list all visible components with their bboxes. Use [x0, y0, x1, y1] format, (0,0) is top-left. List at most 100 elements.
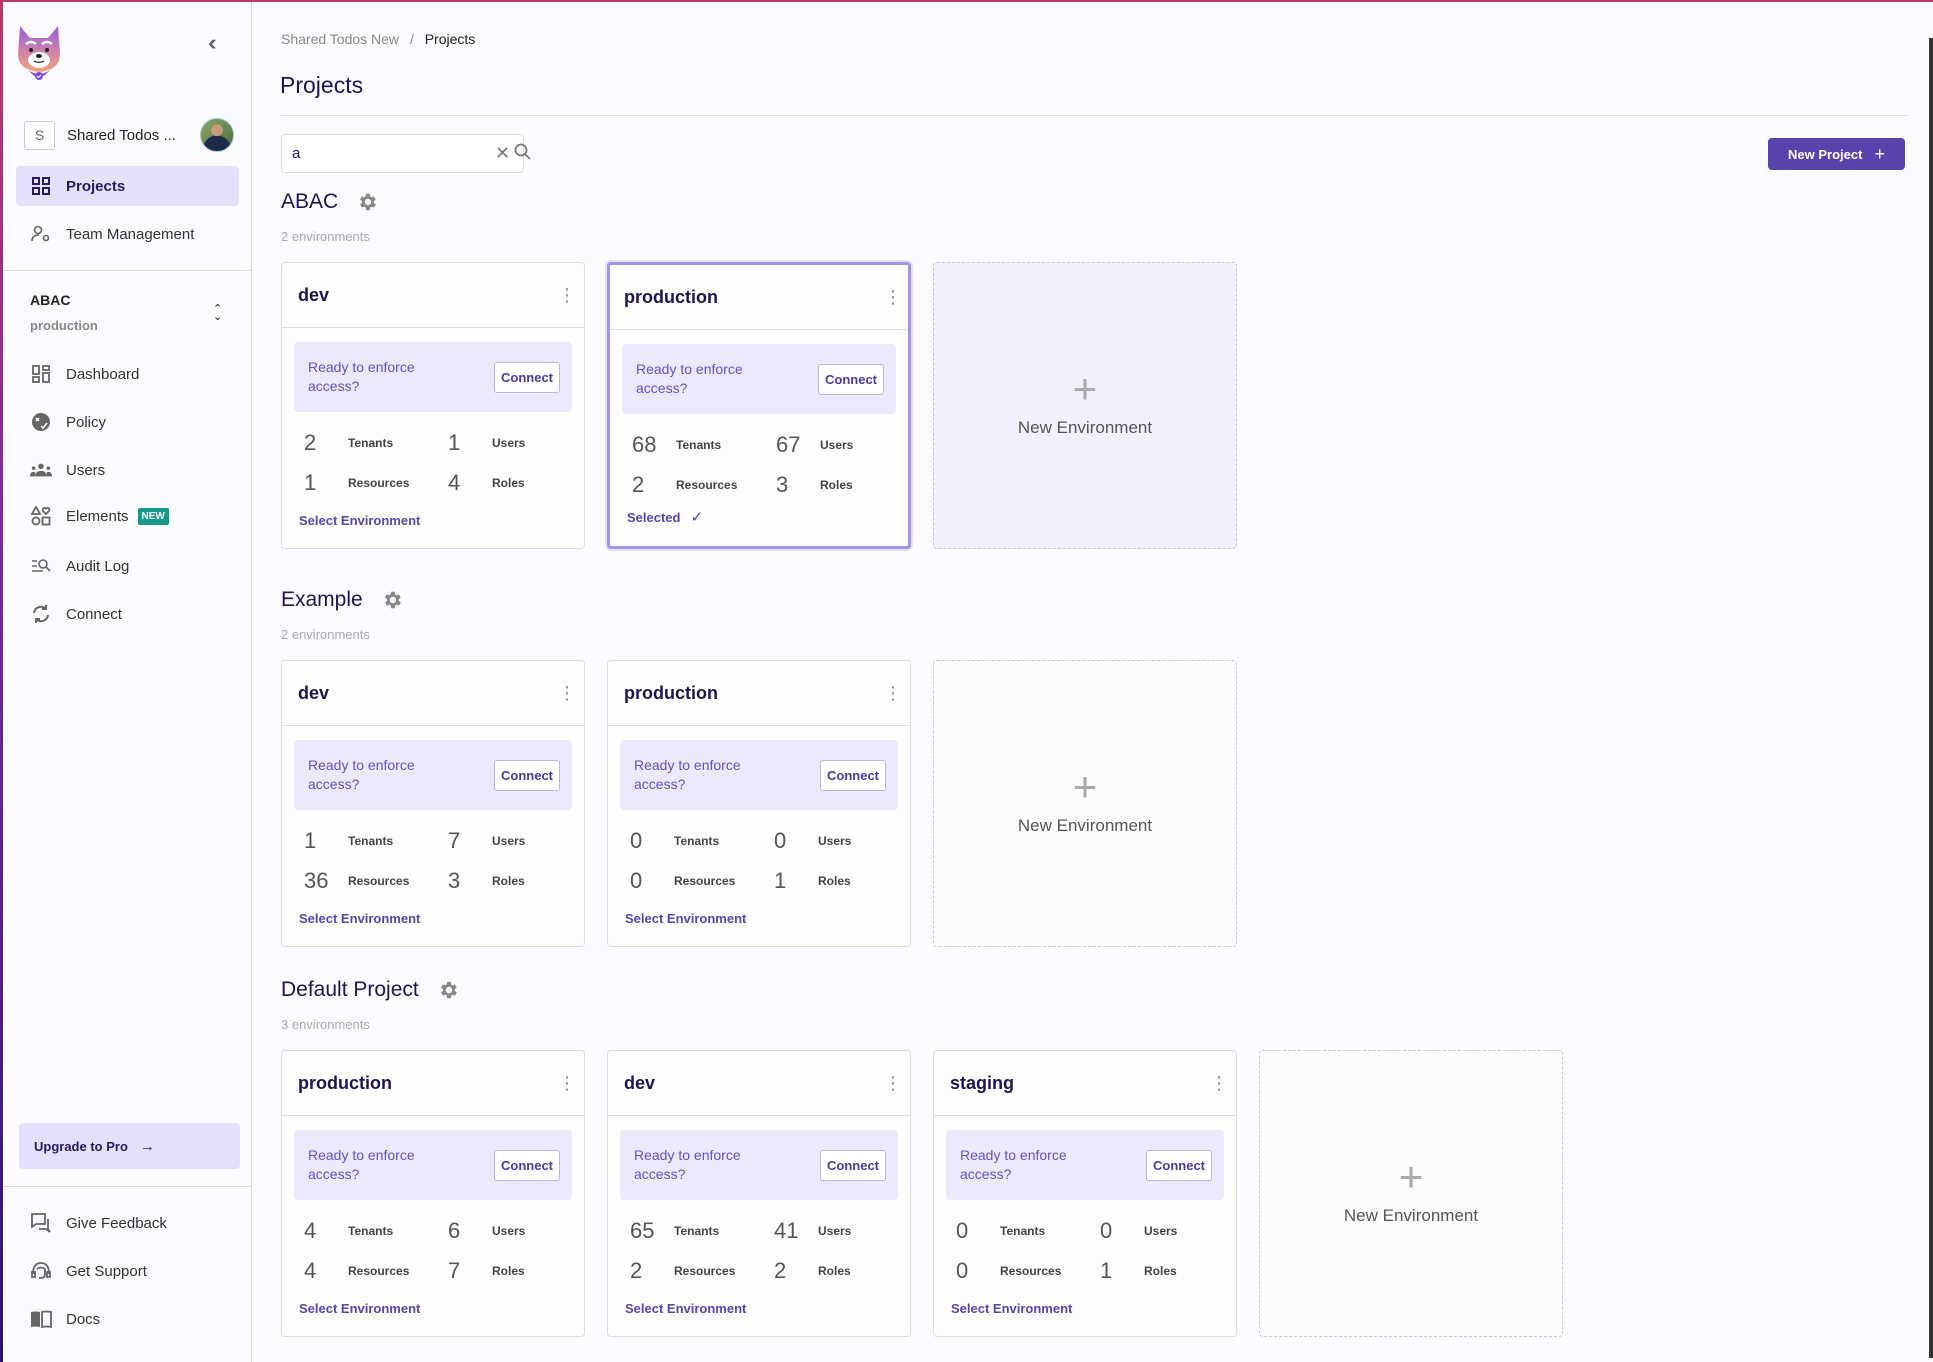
more-options-icon[interactable]: ⋮	[884, 1074, 902, 1092]
users-label: Users	[1144, 1224, 1178, 1238]
users-label: Users	[818, 1224, 852, 1238]
environment-switcher[interactable]: ABAC production ⌃ ⌄	[30, 292, 230, 333]
environment-count: 2 environments	[281, 627, 370, 642]
card-header: dev ⋮	[608, 1051, 910, 1116]
search-input[interactable]	[292, 145, 491, 162]
clear-icon[interactable]: ✕	[495, 143, 510, 164]
check-icon: ✓	[690, 509, 704, 526]
select-environment-link[interactable]: Select Environment	[299, 513, 420, 528]
environment-count: 3 environments	[281, 1017, 370, 1032]
select-environment-link[interactable]: Select Environment	[951, 1301, 1072, 1316]
sidebar-item-team-management[interactable]: Team Management	[16, 214, 239, 254]
card-header: production ⋮	[282, 1051, 584, 1116]
gear-icon[interactable]	[356, 191, 378, 213]
more-options-icon[interactable]: ⋮	[558, 1074, 576, 1092]
users-count: 1	[448, 430, 461, 455]
project-header: Example	[281, 585, 1237, 615]
breadcrumb-parent-link[interactable]: Shared Todos New	[281, 31, 399, 47]
connect-prompt: Ready to enforce access?	[308, 359, 415, 394]
current-project: ABAC	[30, 292, 71, 308]
users-label: Users	[818, 834, 852, 848]
new-project-button[interactable]: New Project +	[1768, 138, 1905, 170]
users-count: 0	[774, 828, 787, 853]
resources-label: Resources	[348, 874, 410, 888]
sidebar-item-projects[interactable]: Projects	[16, 166, 239, 206]
card-header: staging ⋮	[934, 1051, 1236, 1116]
environment-card[interactable]: production ⋮ Ready to enforce access? Co…	[607, 262, 911, 549]
scrollbar[interactable]	[1929, 38, 1933, 1358]
environment-stats: 68 Tenants 67 Users 2 Resources 3 Roles	[632, 432, 908, 498]
org-switcher[interactable]: S Shared Todos ...	[24, 118, 234, 152]
sidebar-item-audit-log[interactable]: Audit Log	[16, 546, 239, 586]
sidebar-item-dashboard[interactable]: Dashboard	[16, 354, 239, 394]
users-icon	[30, 459, 52, 481]
environment-card[interactable]: dev ⋮ Ready to enforce access? Connect 6…	[607, 1050, 911, 1337]
new-environment-card[interactable]: + New Environment	[933, 262, 1237, 549]
resources-count: 4	[304, 1258, 317, 1283]
resources-count: 36	[304, 868, 329, 893]
app-window: ‹‹ S Shared Todos ... Projects Team Mana…	[3, 2, 1933, 1362]
plus-icon: +	[1874, 143, 1885, 164]
more-options-icon[interactable]: ⋮	[884, 288, 902, 306]
tenants-label: Tenants	[348, 834, 394, 848]
connect-banner: Ready to enforce access? Connect	[946, 1130, 1224, 1200]
connect-button[interactable]: Connect	[494, 361, 560, 393]
sidebar-item-connect[interactable]: Connect	[16, 594, 239, 634]
sidebar-item-policy[interactable]: Policy	[16, 402, 239, 442]
resources-label: Resources	[348, 1264, 410, 1278]
connect-button[interactable]: Connect	[820, 759, 886, 791]
more-options-icon[interactable]: ⋮	[558, 684, 576, 702]
selected-indicator[interactable]: Selected ✓	[627, 508, 703, 526]
more-options-icon[interactable]: ⋮	[884, 684, 902, 702]
sidebar-item-docs[interactable]: Docs	[16, 1299, 239, 1339]
card-header: production ⋮	[610, 265, 908, 330]
select-environment-link[interactable]: Select Environment	[625, 911, 746, 926]
new-environment-card[interactable]: + New Environment	[1259, 1050, 1563, 1337]
environment-card[interactable]: staging ⋮ Ready to enforce access? Conne…	[933, 1050, 1237, 1337]
card-action-label: Select Environment	[951, 1301, 1073, 1316]
select-environment-link[interactable]: Select Environment	[625, 1301, 746, 1316]
select-environment-link[interactable]: Select Environment	[299, 1301, 420, 1316]
sidebar-item-give-feedback[interactable]: Give Feedback	[16, 1203, 239, 1243]
avatar[interactable]	[200, 118, 234, 152]
sidebar-item-users[interactable]: Users	[16, 450, 239, 490]
environment-cards: production ⋮ Ready to enforce access? Co…	[281, 1050, 1563, 1337]
more-options-icon[interactable]: ⋮	[1210, 1074, 1228, 1092]
more-options-icon[interactable]: ⋮	[558, 286, 576, 304]
select-environment-link[interactable]: Select Environment	[299, 911, 420, 926]
roles-count: 3	[448, 868, 461, 893]
roles-label: Roles	[818, 1264, 851, 1278]
search-icon	[514, 143, 531, 165]
connect-prompt: Ready to enforce access?	[960, 1147, 1067, 1182]
connect-button[interactable]: Connect	[494, 759, 560, 791]
sidebar-item-label: Elements	[66, 507, 129, 525]
tenants-count: 2	[304, 430, 317, 455]
connect-button[interactable]: Connect	[494, 1149, 560, 1181]
gear-icon[interactable]	[437, 979, 459, 1001]
gear-icon[interactable]	[381, 589, 403, 611]
sidebar-item-get-support[interactable]: Get Support	[16, 1251, 239, 1291]
upgrade-to-pro-button[interactable]: Upgrade to Pro →	[19, 1123, 240, 1169]
plus-icon: +	[1072, 364, 1098, 412]
tenants-label: Tenants	[348, 436, 394, 450]
connect-button[interactable]: Connect	[820, 1149, 886, 1181]
collapse-sidebar-button[interactable]: ‹‹	[208, 30, 216, 56]
divider	[3, 1186, 252, 1187]
connect-button[interactable]: Connect	[1146, 1149, 1212, 1181]
connect-button[interactable]: Connect	[818, 363, 884, 395]
environment-stats: 0 Tenants 0 Users 0 Resources 1 Roles	[630, 828, 910, 894]
roles-count: 1	[1100, 1258, 1113, 1283]
roles-count: 3	[776, 472, 789, 497]
card-action-label: Select Environment	[299, 1301, 421, 1316]
environment-card[interactable]: dev ⋮ Ready to enforce access? Connect 1…	[281, 660, 585, 947]
environment-card[interactable]: production ⋮ Ready to enforce access? Co…	[281, 1050, 585, 1337]
new-environment-card[interactable]: + New Environment	[933, 660, 1237, 947]
sidebar-item-elements[interactable]: Elements NEW	[16, 496, 239, 536]
card-header: dev ⋮	[282, 263, 584, 328]
environment-stats: 1 Tenants 7 Users 36 Resources 3 Roles	[304, 828, 584, 894]
environment-card[interactable]: dev ⋮ Ready to enforce access? Connect 2…	[281, 262, 585, 549]
tenants-label: Tenants	[1000, 1224, 1046, 1238]
environment-card[interactable]: production ⋮ Ready to enforce access? Co…	[607, 660, 911, 947]
elements-icon	[30, 505, 52, 527]
card-action-label: Select Environment	[625, 1301, 747, 1316]
